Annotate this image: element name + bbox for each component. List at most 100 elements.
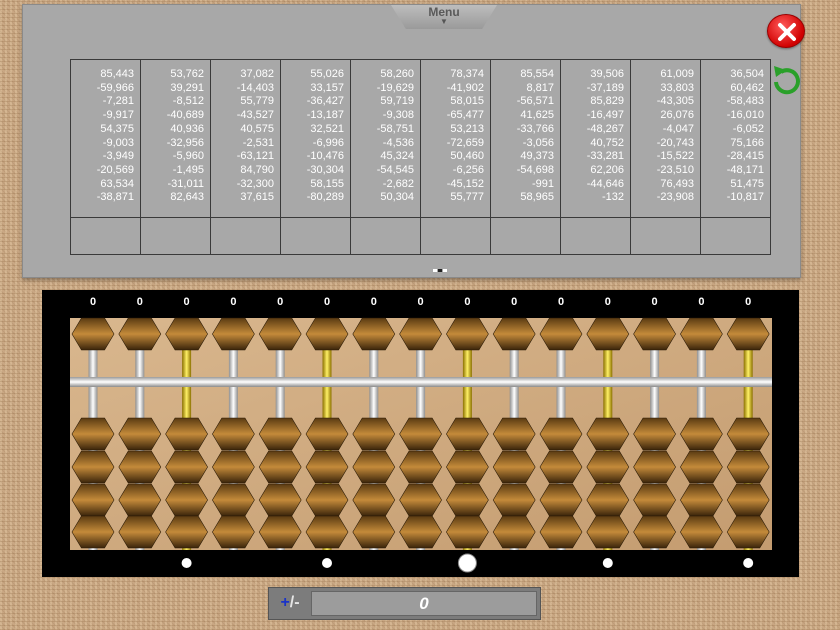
abacus-bead[interactable]: [305, 417, 349, 451]
menu-tab[interactable]: Menu ▼: [391, 5, 497, 29]
abacus-bead[interactable]: [305, 450, 349, 484]
problem-number: -43,305: [656, 95, 694, 108]
abacus-bead[interactable]: [726, 515, 770, 549]
abacus-bead[interactable]: [352, 317, 396, 351]
abacus-bead[interactable]: [258, 515, 302, 549]
abacus-bead[interactable]: [492, 417, 536, 451]
problem-number: 26,076: [660, 109, 694, 122]
abacus-bead[interactable]: [352, 515, 396, 549]
abacus-bead[interactable]: [539, 515, 583, 549]
abacus-bead[interactable]: [492, 483, 536, 517]
abacus-bead[interactable]: [165, 483, 208, 517]
abacus-bead[interactable]: [118, 483, 162, 517]
abacus-bead[interactable]: [399, 515, 442, 549]
abacus-bead[interactable]: [71, 450, 115, 484]
problem-number: 59,719: [380, 95, 414, 108]
abacus-bead[interactable]: [680, 450, 723, 484]
problem-number: -1,495: [172, 163, 204, 176]
abacus-bead[interactable]: [446, 450, 489, 484]
abacus-bead[interactable]: [446, 483, 489, 517]
answer-cell[interactable]: [350, 217, 421, 255]
abacus-bead[interactable]: [212, 515, 255, 549]
abacus-bead[interactable]: [258, 417, 302, 451]
abacus-bead[interactable]: [212, 450, 255, 484]
abacus-bead[interactable]: [71, 317, 115, 351]
abacus-bead[interactable]: [352, 450, 396, 484]
answer-cell[interactable]: [630, 217, 701, 255]
abacus-bead[interactable]: [633, 450, 676, 484]
problem-number: 84,790: [240, 163, 274, 176]
abacus-bead[interactable]: [726, 417, 770, 451]
sign-toggle-button[interactable]: +/-: [273, 592, 307, 615]
answer-cell[interactable]: [140, 217, 211, 255]
abacus-bead[interactable]: [305, 317, 349, 351]
abacus-bead[interactable]: [726, 317, 770, 351]
abacus-bead[interactable]: [399, 450, 442, 484]
abacus-bead[interactable]: [71, 483, 115, 517]
abacus-bead[interactable]: [71, 417, 115, 451]
answer-cell[interactable]: [210, 217, 281, 255]
abacus-bead[interactable]: [165, 515, 208, 549]
abacus-bead[interactable]: [680, 515, 723, 549]
abacus-bead[interactable]: [726, 450, 770, 484]
abacus-bead[interactable]: [258, 483, 302, 517]
abacus-bead[interactable]: [118, 317, 162, 351]
abacus-bead[interactable]: [399, 317, 442, 351]
answer-cell[interactable]: [280, 217, 351, 255]
abacus-bead[interactable]: [165, 417, 208, 451]
rod-value-label: 0: [137, 296, 143, 308]
abacus-bead[interactable]: [212, 483, 255, 517]
abacus-bead[interactable]: [586, 450, 630, 484]
answer-cell[interactable]: [420, 217, 491, 255]
abacus-bead[interactable]: [633, 483, 676, 517]
abacus-bead[interactable]: [586, 515, 630, 549]
problem-number: 49,373: [520, 150, 554, 163]
abacus-bead[interactable]: [212, 317, 255, 351]
problem-number: -72,659: [446, 136, 484, 149]
abacus-bead[interactable]: [539, 317, 583, 351]
abacus-bead[interactable]: [118, 515, 162, 549]
abacus-bead[interactable]: [212, 417, 255, 451]
answer-cell[interactable]: [560, 217, 631, 255]
abacus-bead[interactable]: [539, 450, 583, 484]
abacus-bead[interactable]: [633, 515, 676, 549]
abacus-bead[interactable]: [586, 317, 630, 351]
abacus-bead[interactable]: [539, 483, 583, 517]
problem-number: 50,460: [450, 150, 484, 163]
abacus-bead[interactable]: [680, 483, 723, 517]
abacus-bead[interactable]: [446, 417, 489, 451]
abacus-bead[interactable]: [258, 317, 302, 351]
abacus-bead[interactable]: [446, 515, 489, 549]
abacus-bead[interactable]: [539, 417, 583, 451]
abacus-bead[interactable]: [446, 317, 489, 351]
abacus-bead[interactable]: [680, 317, 723, 351]
abacus-bead[interactable]: [258, 450, 302, 484]
abacus-bead[interactable]: [492, 450, 536, 484]
abacus-bead[interactable]: [165, 317, 208, 351]
abacus-bead[interactable]: [305, 483, 349, 517]
abacus-bead[interactable]: [165, 450, 208, 484]
abacus-bead[interactable]: [71, 515, 115, 549]
abacus-bead[interactable]: [352, 417, 396, 451]
abacus-bead[interactable]: [633, 417, 676, 451]
answer-cell[interactable]: [700, 217, 771, 255]
abacus-bead[interactable]: [118, 450, 162, 484]
abacus-bead[interactable]: [586, 483, 630, 517]
abacus-bead[interactable]: [118, 417, 162, 451]
abacus-bead[interactable]: [633, 317, 676, 351]
undo-button[interactable]: [768, 62, 804, 98]
abacus-bead[interactable]: [305, 515, 349, 549]
abacus-bead[interactable]: [586, 417, 630, 451]
answer-cell[interactable]: [490, 217, 561, 255]
close-button[interactable]: [767, 14, 805, 48]
problem-column: 36,504 60,462 -58,483 -16,010 -6,052 75,166 -2…: [700, 59, 771, 218]
abacus-bead[interactable]: [680, 417, 723, 451]
answer-cell[interactable]: [70, 217, 141, 255]
abacus-bead[interactable]: [492, 317, 536, 351]
abacus-bead[interactable]: [399, 417, 442, 451]
abacus-bead[interactable]: [492, 515, 536, 549]
problem-number: 58,965: [520, 191, 554, 204]
abacus-bead[interactable]: [726, 483, 770, 517]
abacus-bead[interactable]: [399, 483, 442, 517]
abacus-bead[interactable]: [352, 483, 396, 517]
